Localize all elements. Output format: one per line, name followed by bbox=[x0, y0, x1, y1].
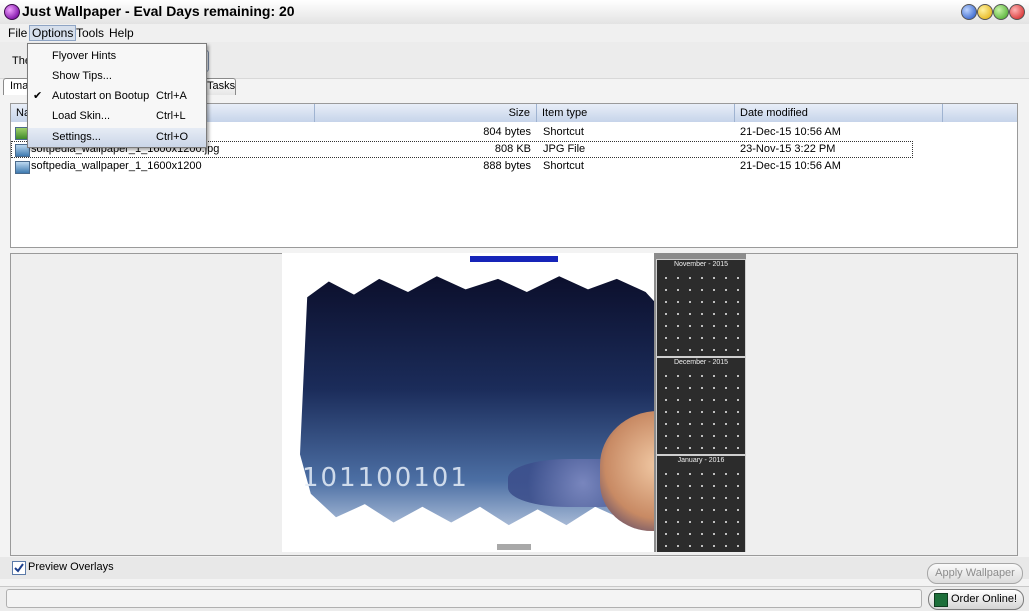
calendar-grid bbox=[660, 370, 742, 450]
calendar-overlay: December - 2015 bbox=[656, 357, 746, 455]
wallpaper-url-banner bbox=[470, 256, 558, 262]
file-type: Shortcut bbox=[543, 126, 584, 138]
maximize-button[interactable] bbox=[993, 4, 1009, 20]
app-icon bbox=[4, 4, 20, 20]
column-header-item-type[interactable]: Item type bbox=[537, 104, 735, 122]
menu-item-label: Settings... bbox=[52, 131, 101, 143]
help-window-button[interactable] bbox=[961, 4, 977, 20]
menu-item-load-skin[interactable]: Load Skin... Ctrl+L bbox=[28, 106, 206, 126]
calendar-overlay: January - 2016 bbox=[656, 455, 746, 552]
file-date: 23-Nov-15 3:22 PM bbox=[740, 143, 836, 155]
calendar-grid bbox=[660, 468, 742, 548]
calendar-title: December - 2015 bbox=[673, 359, 729, 366]
file-type: JPG File bbox=[543, 143, 586, 155]
wallpaper-preview-image: 101100101 November - 2015 December - 201… bbox=[282, 253, 746, 552]
menu-item-autostart[interactable]: ✔ Autostart on Bootup Ctrl+A bbox=[28, 86, 206, 106]
menu-item-label: Autostart on Bootup bbox=[52, 90, 150, 102]
shortcut-image-icon bbox=[15, 161, 30, 174]
wallpaper-footer-mark bbox=[497, 544, 531, 550]
calendar-overlay: November - 2015 bbox=[656, 259, 746, 357]
menu-bar: File Options Tools Help bbox=[0, 24, 1029, 42]
options-menu: Flyover Hints Show Tips... ✔ Autostart o… bbox=[27, 43, 207, 148]
file-size: 808 KB bbox=[494, 143, 531, 155]
menu-item-settings[interactable]: Settings... Ctrl+O bbox=[28, 128, 206, 147]
menu-item-label: Flyover Hints bbox=[52, 50, 117, 62]
preview-overlays-label: Preview Overlays bbox=[28, 561, 114, 573]
menu-help[interactable]: Help bbox=[107, 26, 136, 40]
menu-item-shortcut: Ctrl+A bbox=[156, 90, 187, 102]
preview-overlays-checkbox[interactable] bbox=[12, 561, 26, 575]
order-online-button[interactable]: Order Online! bbox=[928, 589, 1024, 610]
order-online-label: Order Online! bbox=[951, 593, 1018, 605]
column-header-filler bbox=[943, 104, 1017, 122]
menu-item-shortcut: Ctrl+L bbox=[156, 110, 186, 122]
menu-item-label: Show Tips... bbox=[52, 70, 112, 82]
minimize-button[interactable] bbox=[977, 4, 993, 20]
file-type: Shortcut bbox=[543, 160, 584, 172]
title-bar: Just Wallpaper - Eval Days remaining: 20 bbox=[0, 0, 1029, 25]
check-icon bbox=[14, 563, 24, 573]
menu-tools[interactable]: Tools bbox=[74, 26, 106, 40]
status-field bbox=[6, 589, 922, 608]
close-button[interactable] bbox=[1009, 4, 1025, 20]
menu-item-show-tips[interactable]: Show Tips... bbox=[28, 66, 206, 86]
file-date: 21-Dec-15 10:56 AM bbox=[740, 160, 841, 172]
column-header-size[interactable]: Size bbox=[315, 104, 537, 122]
apply-wallpaper-button[interactable]: Apply Wallpaper bbox=[927, 563, 1023, 584]
menu-item-shortcut: Ctrl+O bbox=[156, 131, 189, 143]
menu-options[interactable]: Options bbox=[29, 25, 77, 41]
window-title: Just Wallpaper - Eval Days remaining: 20 bbox=[22, 3, 295, 19]
wallpaper-digits: 101100101 bbox=[302, 463, 469, 493]
column-header-date-modified[interactable]: Date modified bbox=[735, 104, 943, 122]
file-size: 888 bytes bbox=[483, 160, 531, 172]
menu-file[interactable]: File bbox=[6, 26, 29, 40]
bottom-bar bbox=[0, 557, 1029, 579]
calendar-title: November - 2015 bbox=[673, 261, 729, 268]
tab-images[interactable]: Imag bbox=[3, 78, 34, 95]
file-name: softpedia_wallpaper_1_1600x1200 bbox=[31, 160, 202, 172]
table-row[interactable]: softpedia_wallpaper_1_1600x1200 888 byte… bbox=[11, 158, 1017, 175]
calendar-title: January - 2016 bbox=[677, 457, 725, 464]
checkmark-icon: ✔ bbox=[33, 90, 43, 102]
menu-item-flyover-hints[interactable]: Flyover Hints bbox=[28, 46, 206, 66]
cart-icon bbox=[934, 593, 948, 607]
menu-item-label: Load Skin... bbox=[52, 110, 111, 122]
file-date: 21-Dec-15 10:56 AM bbox=[740, 126, 841, 138]
calendar-grid bbox=[660, 272, 742, 352]
file-size: 804 bytes bbox=[483, 126, 531, 138]
